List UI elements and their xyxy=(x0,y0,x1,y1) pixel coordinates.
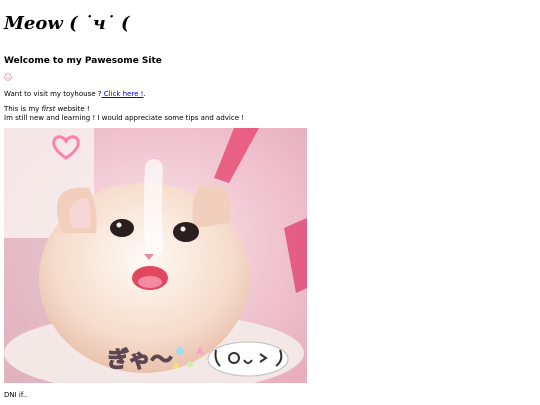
kitten-illustration: ぎゃ〜 xyxy=(4,128,307,383)
intro-suffix: website ! xyxy=(55,105,90,113)
site-logo: Meow ( ˙ч˙ ( xyxy=(4,13,130,34)
page: Meow ( ˙ч˙ ( Welcome to my Pawesome Site… xyxy=(0,0,540,405)
welcome-heading: Welcome to my Pawesome Site xyxy=(4,56,162,66)
toyhouse-line: Want to visit my toyhouse ? Click here !… xyxy=(4,90,146,99)
kawaii-face-sticker xyxy=(207,341,289,377)
toyhouse-prompt: Want to visit my toyhouse ? xyxy=(4,90,102,98)
intro-line-1: This is my first website ! xyxy=(4,105,90,114)
intro-prefix: This is my xyxy=(4,105,42,113)
kitten-caption-text: ぎゃ〜 xyxy=(107,347,173,373)
dni-text: DNI if.. xyxy=(4,391,28,399)
kitten-image: ぎゃ〜 xyxy=(4,128,307,383)
toyhouse-link[interactable]: Click here ! xyxy=(101,90,144,98)
intro-emphasis: first xyxy=(41,105,56,113)
face-icon xyxy=(4,73,12,81)
toyhouse-suffix: . xyxy=(143,90,146,98)
intro-line-2: Im still new and learning ! I would appr… xyxy=(4,114,245,122)
